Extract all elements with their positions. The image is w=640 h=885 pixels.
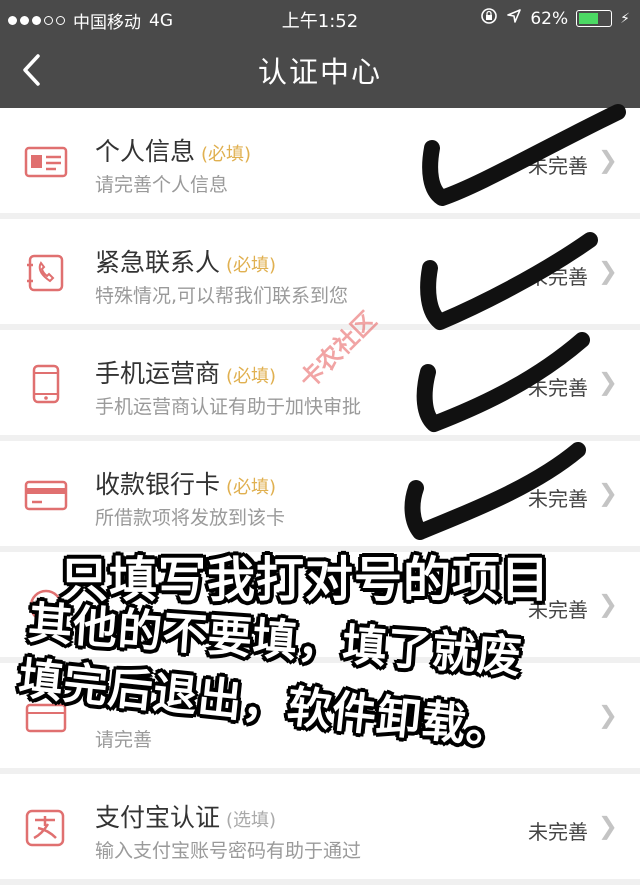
list-item-mobile-carrier[interactable]: 手机运营商 (必填) 手机运营商认证有助于加快审批 未完善 ❯ [0, 330, 640, 441]
lock-rotation-icon [480, 7, 498, 30]
item-status: 未完善 [528, 154, 588, 178]
list-item-personal-info[interactable]: 个人信息 (必填) 请完善个人信息 未完善 ❯ [0, 108, 640, 219]
item-status: 未完善 [528, 376, 588, 400]
required-tag: (必填) [226, 366, 277, 387]
item-description: 请完善个人信息 [95, 174, 229, 196]
item-status: 未完善 [528, 487, 588, 511]
item-description: 特殊情况,可以帮我们联系到您 [95, 285, 349, 307]
required-tag: (必填) [201, 144, 252, 165]
chevron-right-icon: ❯ [597, 590, 618, 618]
charging-icon: ⚡ [620, 10, 630, 27]
chevron-right-icon: ❯ [597, 701, 618, 729]
page-title: 认证中心 [257, 55, 382, 89]
chevron-right-icon: ❯ [597, 812, 618, 840]
item-status: 未完善 [528, 265, 588, 289]
status-bar: 中国移动 4G 上午1:52 62% ⚡ [0, 0, 640, 36]
battery-percent: 62% [530, 8, 569, 29]
list-item-alipay[interactable]: 支付宝认证 (选填) 输入支付宝账号密码有助于通过 未完善 ❯ [0, 774, 640, 885]
item-title: 支付宝认证 (选填) [95, 803, 277, 832]
item-title [95, 576, 101, 605]
nav-bar: 认证中心 [0, 36, 640, 108]
phone-book-icon [24, 253, 68, 293]
id-card-icon [24, 142, 68, 182]
card-icon [24, 697, 68, 737]
status-right: 62% ⚡ [480, 7, 630, 30]
item-status: 未完善 [528, 820, 588, 844]
bank-card-icon [24, 475, 68, 515]
alipay-icon [24, 808, 68, 848]
chevron-right-icon: ❯ [597, 257, 618, 285]
required-tag: (必填) [226, 477, 277, 498]
list-item-emergency-contact[interactable]: 紧急联系人 (必填) 特殊情况,可以帮我们联系到您 未完善 ❯ [0, 219, 640, 330]
item-title: 个人信息 (必填) [95, 137, 252, 166]
item-description: 请完善 [95, 729, 153, 751]
chevron-right-icon: ❯ [597, 368, 618, 396]
verification-list: 个人信息 (必填) 请完善个人信息 未完善 ❯ 紧急联系人 (必填) 特殊情况,可以… [0, 108, 640, 885]
list-item-obscured-2[interactable]: 请完善 ❯ [0, 663, 640, 774]
optional-tag: (选填) [226, 810, 277, 831]
item-title: 收款银行卡 (必填) [95, 470, 277, 499]
location-icon [506, 8, 522, 29]
mobile-phone-icon [24, 364, 68, 404]
list-item-obscured-1[interactable]: 未完善 ❯ [0, 552, 640, 663]
unknown-icon [24, 586, 68, 626]
battery-icon [576, 10, 613, 27]
item-description: 所借款项将发放到该卡 [95, 507, 286, 529]
chevron-right-icon: ❯ [597, 479, 618, 507]
item-description: 输入支付宝账号密码有助于通过 [95, 840, 362, 862]
item-description: 手机运营商认证有助于加快审批 [95, 396, 362, 418]
chevron-right-icon: ❯ [597, 146, 618, 174]
required-tag: (必填) [226, 255, 277, 276]
item-title: 紧急联系人 (必填) [95, 248, 277, 277]
item-status: 未完善 [528, 598, 588, 622]
item-title: 手机运营商 (必填) [95, 359, 277, 388]
item-title [95, 687, 101, 716]
list-item-bank-card[interactable]: 收款银行卡 (必填) 所借款项将发放到该卡 未完善 ❯ [0, 441, 640, 552]
